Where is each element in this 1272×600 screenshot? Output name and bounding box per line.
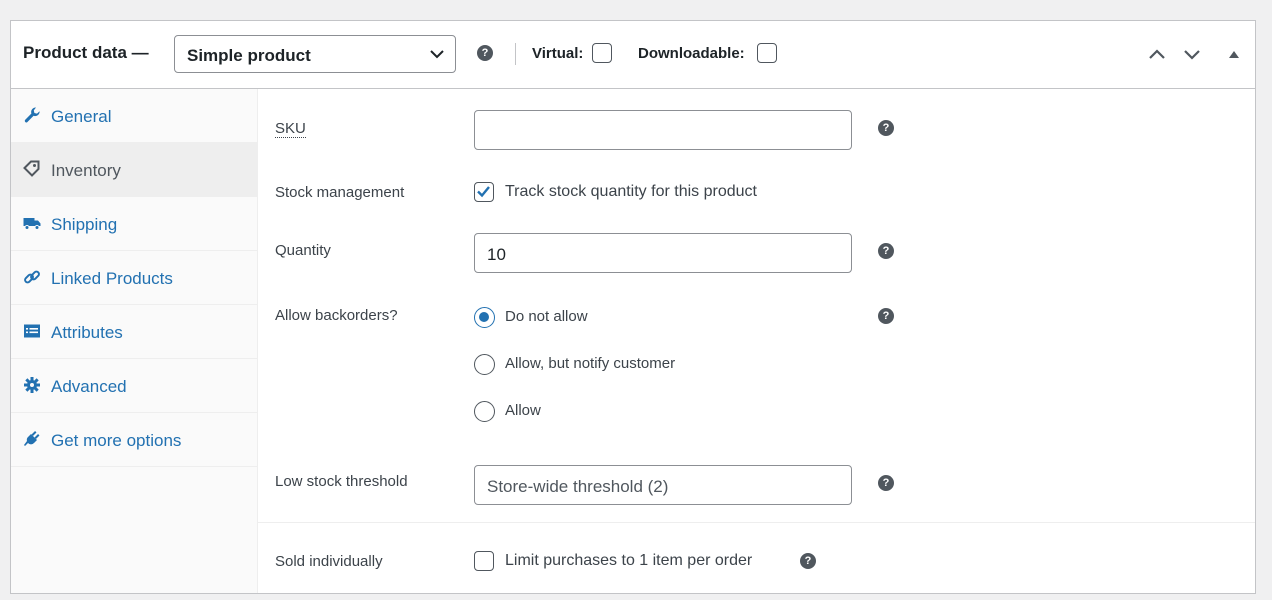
inventory-panel: SKU ? Stock management Track stock quant… — [258, 89, 1255, 593]
tab-advanced-label: Advanced — [51, 377, 127, 396]
collapse-toggle-icon[interactable] — [1224, 45, 1244, 63]
downloadable-checkbox[interactable] — [757, 43, 777, 63]
quantity-input[interactable]: 10 — [474, 233, 852, 273]
help-icon[interactable]: ? — [878, 475, 894, 491]
tab-shipping[interactable]: Shipping — [11, 197, 258, 251]
backorders-radio-notify[interactable] — [474, 354, 495, 375]
sku-input[interactable] — [474, 110, 852, 150]
help-icon[interactable]: ? — [878, 243, 894, 259]
help-icon[interactable]: ? — [878, 120, 894, 136]
tab-linked-products-label: Linked Products — [51, 269, 173, 288]
tab-general[interactable]: General — [11, 89, 258, 143]
tab-attributes[interactable]: Attributes — [11, 305, 258, 359]
tag-icon — [23, 160, 40, 177]
chevron-down-icon — [430, 50, 444, 59]
truck-icon — [23, 218, 41, 230]
sold-individually-label: Sold individually — [275, 553, 383, 570]
sku-label: SKU — [275, 120, 306, 138]
help-icon[interactable]: ? — [878, 308, 894, 324]
tab-get-more-options[interactable]: Get more options — [11, 413, 258, 467]
low-stock-input[interactable]: Store-wide threshold (2) — [474, 465, 852, 505]
backorders-radio-do-not-allow[interactable] — [474, 307, 495, 328]
downloadable-label: Downloadable: — [638, 45, 745, 62]
stock-management-checkbox[interactable] — [474, 182, 494, 202]
plug-icon — [24, 431, 40, 446]
link-icon — [24, 270, 40, 284]
product-data-panel: Product data — Simple product ? Virtual:… — [10, 20, 1256, 594]
wrench-icon — [24, 107, 40, 123]
low-stock-label: Low stock threshold — [275, 473, 408, 490]
backorders-label: Allow backorders? — [275, 307, 398, 324]
tab-linked-products[interactable]: Linked Products — [11, 251, 258, 305]
virtual-checkbox[interactable] — [592, 43, 612, 63]
header-divider — [515, 43, 516, 65]
move-down-icon[interactable] — [1182, 45, 1202, 63]
stock-management-checkbox-label: Track stock quantity for this product — [505, 183, 757, 200]
tab-inventory-label: Inventory — [51, 161, 121, 180]
quantity-value: 10 — [487, 245, 506, 264]
product-data-tabs: General Inventory Shipping Linked Produc… — [11, 89, 258, 593]
tab-shipping-label: Shipping — [51, 215, 118, 234]
tab-get-more-options-label: Get more options — [51, 431, 182, 450]
low-stock-placeholder: Store-wide threshold (2) — [487, 477, 669, 496]
panel-header: Product data — Simple product ? Virtual:… — [11, 21, 1255, 89]
sold-individually-checkbox[interactable] — [474, 551, 494, 571]
backorders-option-allow: Allow — [505, 402, 541, 419]
tab-attributes-label: Attributes — [51, 323, 123, 342]
virtual-label: Virtual: — [532, 45, 584, 62]
list-icon — [24, 324, 40, 338]
quantity-label: Quantity — [275, 242, 331, 259]
product-type-value: Simple product — [187, 46, 311, 65]
section-divider — [258, 522, 1255, 523]
stock-management-label: Stock management — [275, 184, 405, 201]
checkmark-icon — [477, 186, 490, 198]
tab-advanced[interactable]: Advanced — [11, 359, 258, 413]
backorders-radio-allow[interactable] — [474, 401, 495, 422]
move-up-icon[interactable] — [1147, 45, 1167, 63]
tab-general-label: General — [51, 107, 112, 126]
sold-individually-checkbox-label: Limit purchases to 1 item per order — [505, 552, 753, 569]
product-type-select[interactable]: Simple product — [174, 35, 456, 73]
backorders-option-notify: Allow, but notify customer — [505, 355, 676, 372]
tab-inventory[interactable]: Inventory — [11, 143, 258, 197]
gear-icon — [24, 377, 40, 393]
backorders-option-do-not-allow: Do not allow — [505, 308, 588, 325]
help-icon[interactable]: ? — [477, 45, 493, 61]
help-icon[interactable]: ? — [800, 553, 816, 569]
panel-title: Product data — — [23, 43, 149, 62]
